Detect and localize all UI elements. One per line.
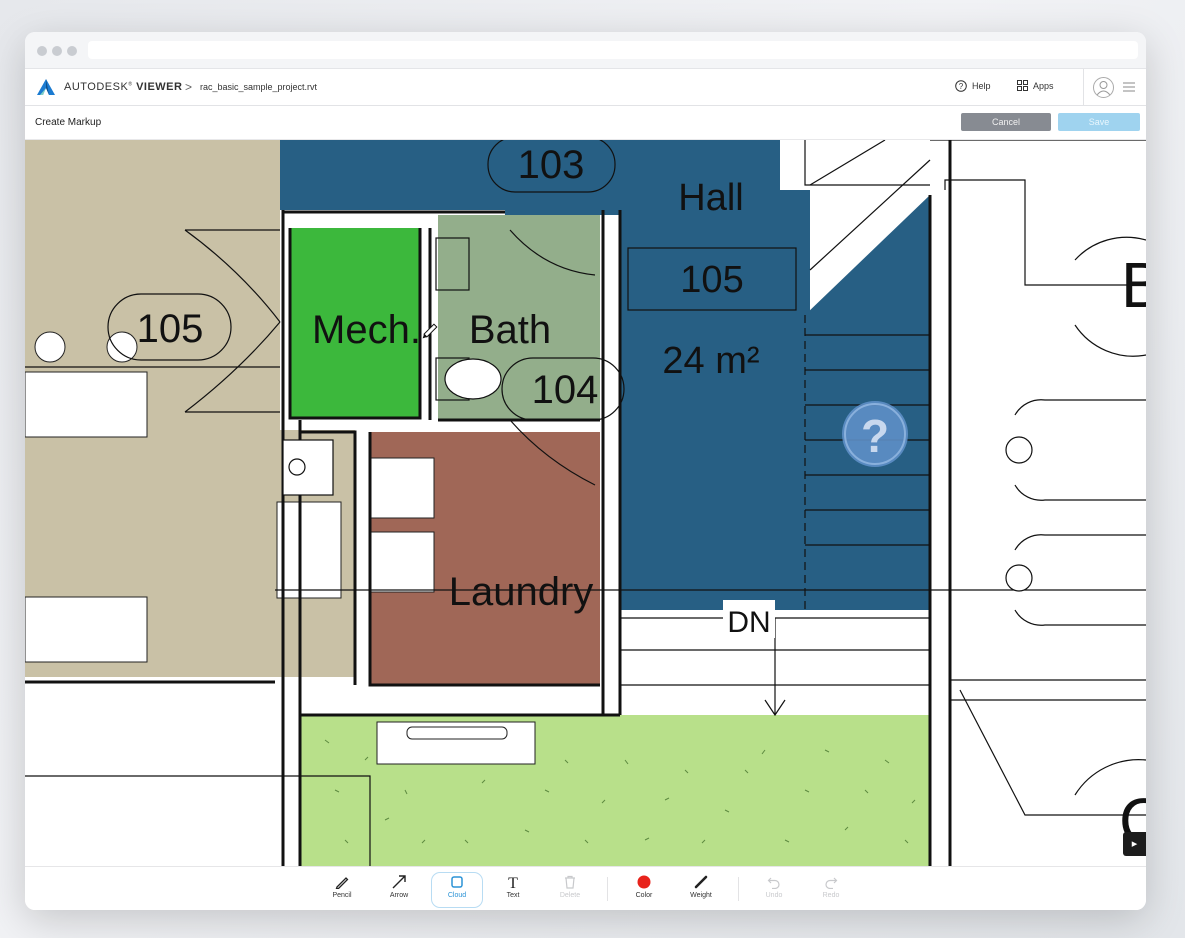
bath-label: Bath xyxy=(469,308,551,352)
autodesk-logo-icon[interactable] xyxy=(37,79,55,95)
toolbar-divider xyxy=(738,877,739,901)
save-button[interactable]: Save xyxy=(1058,113,1140,131)
window-dot-icon[interactable] xyxy=(67,46,77,56)
markup-toolbar: Pencil Arrow Cloud T Text Delete Color W… xyxy=(25,866,1146,910)
apps-button[interactable]: Apps xyxy=(1017,80,1054,91)
tool-label: Arrow xyxy=(389,892,409,899)
help-icon: ? xyxy=(955,80,967,92)
app-brand: AUTODESK® VIEWER xyxy=(64,81,183,93)
svg-text:T: T xyxy=(508,875,518,890)
tool-label: Redo xyxy=(822,892,840,899)
help-marker-icon[interactable]: ? xyxy=(842,401,908,467)
room-105-left-label: 105 xyxy=(137,307,204,351)
browser-chrome xyxy=(25,32,1146,69)
laundry-label: Laundry xyxy=(449,570,594,614)
address-bar[interactable] xyxy=(88,41,1138,59)
help-marker-text: ? xyxy=(861,410,889,462)
apps-grid-icon xyxy=(1017,80,1028,91)
text-icon: T xyxy=(508,875,518,890)
drawing-canvas[interactable]: 103 Hall 105 24 m² 105 Mech. Bath 104 La… xyxy=(25,140,1146,866)
pencil-icon xyxy=(335,877,349,889)
tool-undo[interactable]: Undo xyxy=(749,873,799,907)
color-dot-icon xyxy=(637,875,651,889)
tool-delete[interactable]: Delete xyxy=(545,873,595,907)
cloud-icon xyxy=(451,876,463,888)
markup-title: Create Markup xyxy=(35,117,102,128)
tool-weight[interactable]: Weight xyxy=(676,873,726,907)
tool-label: Cloud xyxy=(447,892,467,899)
tool-label: Weight xyxy=(690,892,712,899)
hall-label: Hall xyxy=(678,177,743,219)
undo-icon xyxy=(767,877,780,889)
tool-color[interactable]: Color xyxy=(619,873,669,907)
markup-bar: Create Markup Cancel Save xyxy=(25,106,1146,140)
cancel-button[interactable]: Cancel xyxy=(961,113,1051,131)
mech-label: Mech. xyxy=(312,308,421,352)
window-dot-icon[interactable] xyxy=(37,46,47,56)
area-label: 24 m² xyxy=(662,340,759,382)
tool-cloud[interactable]: Cloud xyxy=(431,872,483,908)
redo-icon xyxy=(825,877,838,889)
edge-label-b: B xyxy=(1121,249,1146,321)
tool-text[interactable]: T Text xyxy=(488,873,538,907)
breadcrumb-separator: > xyxy=(185,80,193,94)
breadcrumb-filename[interactable]: rac_basic_sample_project.rvt xyxy=(200,82,317,92)
room-104-label: 104 xyxy=(532,368,599,412)
arrow-icon xyxy=(392,875,406,889)
tool-pencil[interactable]: Pencil xyxy=(317,873,367,907)
floor-plan[interactable]: 103 Hall 105 24 m² 105 Mech. Bath 104 La… xyxy=(25,140,1146,866)
trash-icon xyxy=(565,875,575,889)
apps-label: Apps xyxy=(1033,80,1054,91)
window-dot-icon[interactable] xyxy=(52,46,62,56)
user-avatar-icon[interactable] xyxy=(1093,77,1114,98)
tool-redo[interactable]: Redo xyxy=(806,873,856,907)
browser-window: AUTODESK® VIEWER > rac_basic_sample_proj… xyxy=(25,32,1146,910)
brand-name: AUTODESK xyxy=(64,81,129,93)
app-header: AUTODESK® VIEWER > rac_basic_sample_proj… xyxy=(25,69,1146,106)
room-105-right-label: 105 xyxy=(680,259,743,301)
room-103-label: 103 xyxy=(518,143,585,187)
tool-label: Delete xyxy=(559,892,581,899)
toolbar-divider xyxy=(607,877,608,901)
svg-text:?: ? xyxy=(959,82,964,91)
hamburger-menu-icon[interactable] xyxy=(1123,82,1135,92)
tool-label: Text xyxy=(506,892,520,899)
tool-label: Pencil xyxy=(332,892,352,899)
announcement-icon[interactable]: ▸ xyxy=(1123,832,1146,856)
tool-arrow[interactable]: Arrow xyxy=(374,873,424,907)
tool-label: Color xyxy=(635,892,653,899)
brand-product: VIEWER xyxy=(136,81,183,93)
weight-icon xyxy=(694,875,708,889)
tool-label: Undo xyxy=(765,892,783,899)
dn-label: DN xyxy=(727,606,770,639)
help-label: Help xyxy=(972,81,991,91)
help-button[interactable]: ? Help xyxy=(955,80,991,92)
header-divider xyxy=(1083,69,1084,105)
